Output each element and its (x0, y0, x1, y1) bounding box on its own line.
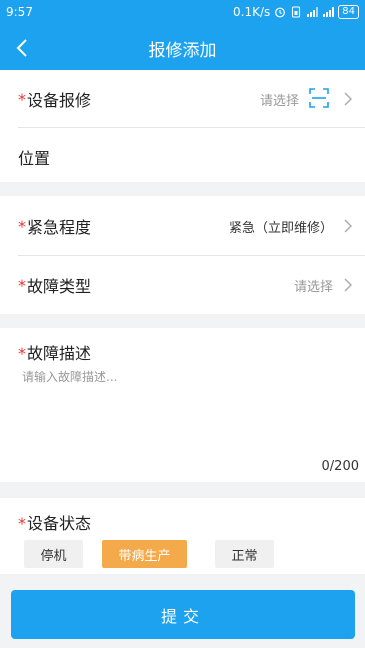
device-status-title: *设备状态 (18, 510, 91, 534)
submit-button[interactable]: 提交 (11, 590, 355, 639)
signal-icon-2 (323, 7, 335, 17)
required-mark: * (18, 89, 26, 109)
device-status-section: *设备状态 停机 带病生产 正常 (0, 498, 365, 574)
status-option-stopped[interactable]: 停机 (24, 540, 83, 568)
status-option-faulty-running[interactable]: 带病生产 (102, 540, 187, 568)
device-section: * 设备报修 请选择 位置 (0, 70, 365, 182)
status-option-normal[interactable]: 正常 (215, 540, 274, 568)
description-title: *故障描述 (18, 340, 91, 364)
battery-icon: 84 (338, 5, 359, 19)
urgency-label: 紧急程度 (27, 218, 92, 237)
urgency-value: 紧急（立即维修） (228, 220, 333, 236)
chevron-right-icon (344, 278, 352, 292)
page-title: 报修添加 (148, 41, 217, 61)
title-bar: 报修添加 (0, 30, 365, 66)
required-mark: * (18, 216, 26, 236)
device-label: 设备报修 (27, 91, 92, 110)
scan-icon[interactable] (309, 88, 329, 108)
sim-icon (292, 6, 301, 18)
device-placeholder: 请选择 (259, 93, 299, 109)
device-status-label: 设备状态 (27, 514, 92, 533)
fault-type-select-row[interactable]: * 故障类型 请选择 (0, 256, 365, 314)
required-mark: * (18, 344, 26, 363)
char-counter: 0/200 (321, 459, 359, 474)
location-label: 位置 (18, 149, 51, 168)
status-indicators: 0.1K/s 84 (233, 5, 359, 19)
fault-type-label: 故障类型 (27, 277, 92, 296)
network-speed: 0.1K/s (233, 5, 271, 19)
description-input[interactable] (22, 368, 342, 448)
status-time: 9:57 (6, 5, 33, 19)
signal-icon (307, 7, 319, 17)
urgency-select-row[interactable]: * 紧急程度 紧急（立即维修） (0, 196, 365, 256)
urgency-section: * 紧急程度 紧急（立即维修） * 故障类型 请选择 (0, 196, 365, 314)
chevron-right-icon (344, 92, 352, 106)
description-section: *故障描述 0/200 (0, 328, 365, 482)
description-label: 故障描述 (27, 344, 92, 363)
status-bar: 9:57 0.1K/s 84 (0, 0, 365, 26)
chevron-right-icon (344, 219, 352, 233)
required-mark: * (18, 514, 26, 533)
location-row[interactable]: 位置 (0, 128, 365, 186)
alarm-icon (275, 7, 286, 18)
app-header: 9:57 0.1K/s 84 报修添加 (0, 0, 365, 70)
required-mark: * (18, 275, 26, 295)
device-select-row[interactable]: * 设备报修 请选择 (0, 70, 365, 128)
fault-type-placeholder: 请选择 (293, 279, 333, 295)
